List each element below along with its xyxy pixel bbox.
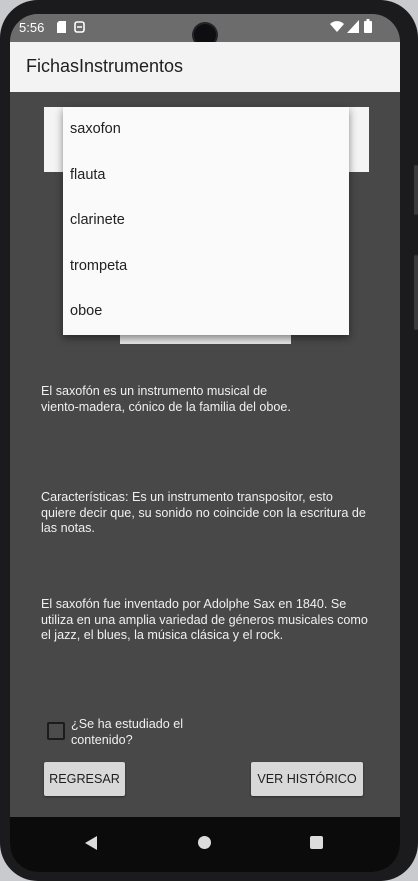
main-content: saxofon flauta clarinete trompeta oboe E… [10,92,400,817]
dropdown-item-flauta[interactable]: flauta [63,153,349,199]
navigation-bar [10,817,400,872]
characteristics-text: Características: Es un instrumento trans… [41,490,366,535]
app-bar: FichasInstrumentos [10,42,400,92]
recents-icon[interactable] [310,836,323,849]
home-icon[interactable] [198,836,211,849]
history-text: El saxofón fue inventado por Adolphe Sax… [41,597,368,642]
dropdown-item-oboe[interactable]: oboe [63,289,349,335]
battery-icon [364,19,372,33]
instrument-dropdown-menu[interactable]: saxofon flauta clarinete trompeta oboe [63,107,349,335]
app-title: FichasInstrumentos [26,56,184,76]
wifi-icon [330,21,344,32]
dropdown-item-clarinete[interactable]: clarinete [63,198,349,244]
view-history-button[interactable]: VER HISTÓRICO [251,762,363,796]
sd-card-icon [57,21,66,33]
device-frame: 5:56 FichasInstrumentos saxofon flauta c… [0,0,418,881]
screen: 5:56 FichasInstrumentos saxofon flauta c… [10,14,400,872]
dropdown-item-saxofon[interactable]: saxofon [63,107,349,153]
back-icon[interactable] [85,836,97,850]
back-button[interactable]: REGRESAR [44,762,125,796]
dropdown-item-trompeta[interactable]: trompeta [63,244,349,290]
description-text: El saxofón es un instrumento musical de … [41,384,291,414]
studied-checkbox-label: ¿Se ha estudiado el contenido? [71,717,184,747]
power-button [414,255,418,330]
volume-button [414,165,418,215]
signal-icon [347,20,359,33]
sync-icon [74,21,85,33]
status-bar: 5:56 [10,14,400,46]
status-time: 5:56 [19,20,45,35]
studied-checkbox[interactable] [47,722,65,740]
